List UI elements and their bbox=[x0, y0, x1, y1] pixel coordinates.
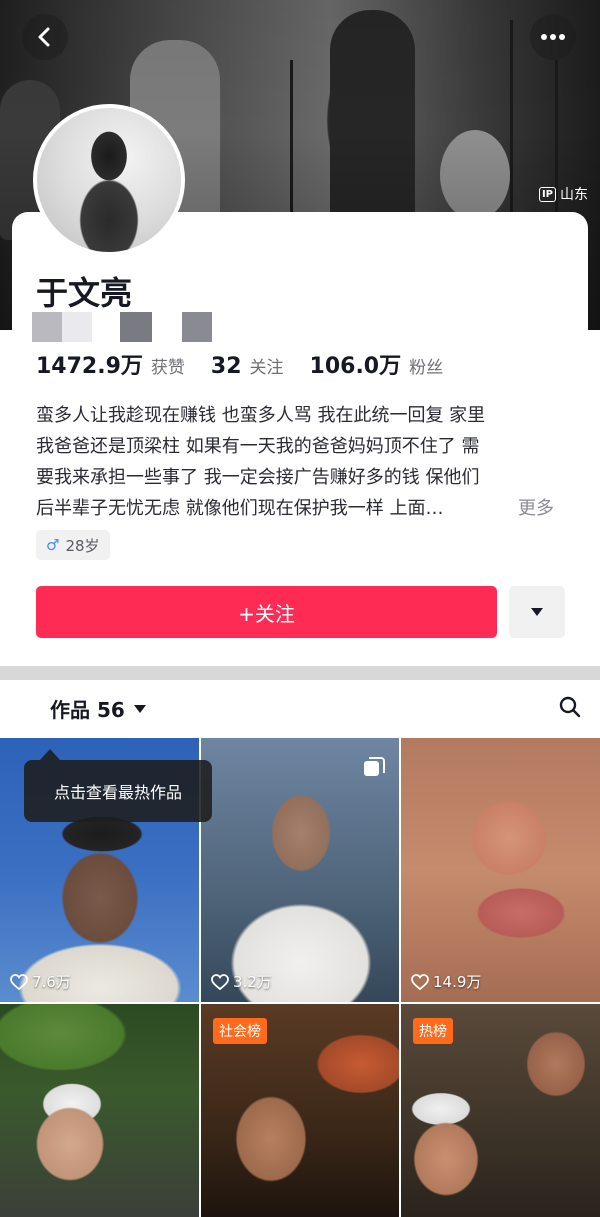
ip-location-text: 山东 bbox=[560, 187, 588, 203]
chevron-left-icon bbox=[38, 27, 50, 47]
ip-location: IP 山东 bbox=[538, 184, 588, 204]
back-button[interactable] bbox=[22, 14, 68, 60]
male-icon: ♂ bbox=[46, 536, 60, 554]
bio-line-last: 后半辈子无忧无虑 就像他们现在保护我一样 上面… 更多 bbox=[36, 493, 554, 524]
search-icon[interactable] bbox=[558, 695, 582, 719]
age-text: 28岁 bbox=[65, 536, 100, 555]
like-count-text: 14.9万 bbox=[433, 973, 482, 991]
works-tab[interactable]: 作品 56 bbox=[50, 694, 147, 723]
stat-followers[interactable]: 106.0万 粉丝 bbox=[310, 348, 444, 380]
heart-icon bbox=[211, 973, 229, 990]
bio-more-link[interactable]: 更多 bbox=[518, 493, 554, 524]
stat-likes[interactable]: 1472.9万 获赞 bbox=[36, 348, 185, 380]
bio-line: 我爸爸还是顶梁柱 如果有一天我的爸爸妈妈顶不住了 需 bbox=[36, 436, 480, 457]
heart-icon bbox=[10, 973, 28, 990]
rank-badge: 社会榜 bbox=[213, 1018, 267, 1044]
video-tile[interactable] bbox=[0, 1004, 199, 1217]
like-count-text: 3.2万 bbox=[233, 973, 272, 991]
like-count: 14.9万 bbox=[411, 971, 481, 992]
caret-down-icon bbox=[133, 704, 146, 713]
profile-name: 于文亮 bbox=[36, 274, 133, 312]
stat-following-label: 关注 bbox=[249, 358, 284, 378]
heart-icon bbox=[411, 973, 429, 990]
works-tab-label: 作品 56 bbox=[50, 698, 125, 722]
avatar[interactable] bbox=[33, 104, 185, 256]
caret-down-icon bbox=[531, 608, 543, 616]
ip-badge: IP bbox=[538, 186, 556, 202]
section-divider bbox=[0, 666, 600, 680]
video-tile[interactable]: 热榜 bbox=[401, 1004, 600, 1217]
stat-likes-label: 获赞 bbox=[150, 358, 185, 378]
stat-following-value: 32 bbox=[210, 354, 242, 379]
bio-line: 蛮多人让我趁现在赚钱 也蛮多人骂 我在此统一回复 家里 bbox=[36, 405, 486, 426]
stat-likes-value: 1472.9万 bbox=[36, 354, 143, 379]
stat-followers-label: 粉丝 bbox=[409, 358, 444, 378]
censored-mosaic bbox=[32, 312, 212, 342]
hottest-works-tooltip[interactable]: 点击查看最热作品 bbox=[24, 760, 212, 822]
tooltip-arrow bbox=[40, 749, 60, 760]
like-count: 3.2万 bbox=[211, 971, 272, 992]
video-tile[interactable]: 14.9万 bbox=[401, 738, 600, 1002]
more-options-button[interactable] bbox=[530, 14, 576, 60]
multi-image-icon bbox=[364, 757, 385, 776]
stat-followers-value: 106.0万 bbox=[309, 354, 402, 379]
profile-bio[interactable]: 蛮多人让我趁现在赚钱 也蛮多人骂 我在此统一回复 家里 我爸爸还是顶梁柱 如果有… bbox=[36, 400, 556, 524]
bio-line: 后半辈子无忧无虑 就像他们现在保护我一样 上面… bbox=[36, 498, 444, 519]
video-tile[interactable]: 3.2万 bbox=[201, 738, 399, 1002]
bio-line: 要我来承担一些事了 我一定会接广告赚好多的钱 保他们 bbox=[36, 467, 480, 488]
follow-button[interactable]: +关注 bbox=[36, 586, 497, 638]
recommend-dropdown-button[interactable] bbox=[509, 586, 565, 638]
stat-following[interactable]: 32 关注 bbox=[211, 353, 284, 379]
profile-stats: 1472.9万 获赞 32 关注 106.0万 粉丝 bbox=[36, 348, 443, 380]
like-count: 7.6万 bbox=[10, 971, 71, 992]
ellipsis-icon bbox=[541, 34, 565, 40]
rank-badge: 热榜 bbox=[413, 1018, 453, 1044]
video-tile[interactable]: 社会榜 bbox=[201, 1004, 399, 1217]
like-count-text: 7.6万 bbox=[32, 973, 71, 991]
gender-age-tag: ♂ 28岁 bbox=[36, 530, 110, 560]
